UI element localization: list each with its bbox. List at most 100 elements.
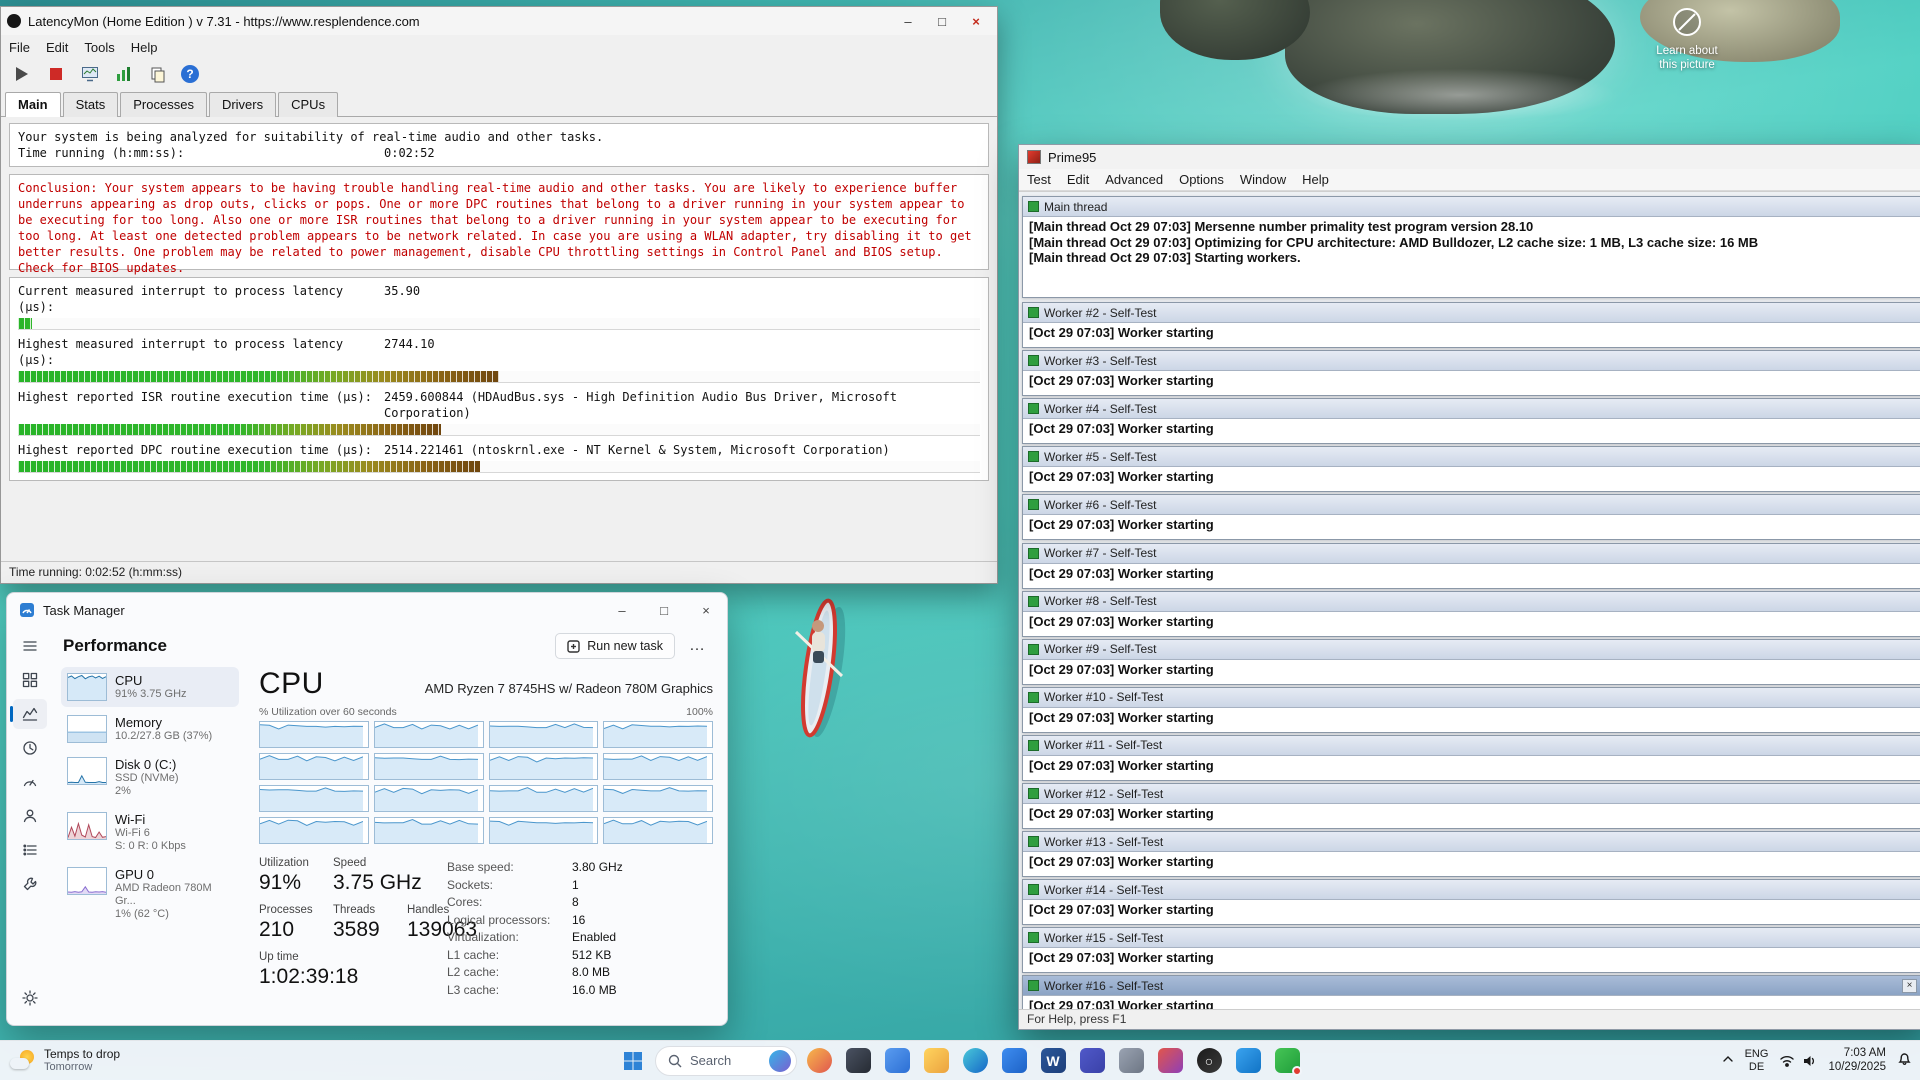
sidebar-item-app-history[interactable] <box>13 733 47 763</box>
minimize-button[interactable]: – <box>891 7 925 35</box>
menu-item-tools[interactable]: Tools <box>76 38 122 57</box>
tab-cpus[interactable]: CPUs <box>278 92 338 117</box>
perf-list-item-wifi[interactable]: Wi-FiWi-Fi 6S: 0 R: 0 Kbps <box>61 806 239 859</box>
mdi-window-worker[interactable]: Worker #9 - Self-Test[Oct 29 07:03] Work… <box>1022 639 1920 685</box>
more-options-button[interactable]: … <box>681 635 713 657</box>
mdi-title: Worker #14 - Self-Test <box>1044 883 1163 897</box>
mdi-window-worker[interactable]: Worker #13 - Self-Test[Oct 29 07:03] Wor… <box>1022 831 1920 877</box>
mdi-window-worker[interactable]: Worker #11 - Self-Test[Oct 29 07:03] Wor… <box>1022 735 1920 781</box>
tab-processes[interactable]: Processes <box>120 92 207 117</box>
tab-main[interactable]: Main <box>5 92 61 117</box>
menu-item-edit[interactable]: Edit <box>1059 170 1097 189</box>
taskbar-center: Search W ○ <box>616 1044 1304 1078</box>
store-app-icon[interactable] <box>997 1044 1031 1078</box>
perf-item-sub: SSD (NVMe) <box>115 772 179 785</box>
perf-list-item-memory[interactable]: Memory10.2/27.8 GB (37%) <box>61 709 239 749</box>
minimize-button[interactable]: – <box>601 593 643 627</box>
mdi-window-worker[interactable]: Worker #12 - Self-Test[Oct 29 07:03] Wor… <box>1022 783 1920 829</box>
hidden-icons-chevron[interactable] <box>1722 1052 1734 1070</box>
mdi-window-worker[interactable]: Worker #5 - Self-Test[Oct 29 07:03] Work… <box>1022 446 1920 492</box>
help-icon[interactable]: ? <box>181 65 199 83</box>
green-app-icon[interactable] <box>1270 1044 1304 1078</box>
stop-monitor-icon[interactable] <box>45 63 67 85</box>
media-app-icon[interactable] <box>1153 1044 1187 1078</box>
mdi-window-worker[interactable]: Worker #16 - Self-Test×[Oct 29 07:03] Wo… <box>1022 975 1920 1009</box>
mdi-window-worker[interactable]: Worker #6 - Self-Test[Oct 29 07:03] Work… <box>1022 494 1920 540</box>
dark-app-icon[interactable] <box>841 1044 875 1078</box>
system-tray: ENG DE 7:03 AM 10/29/2025 <box>1722 1047 1912 1074</box>
sidebar-item-processes[interactable] <box>13 665 47 695</box>
notification-bell-icon[interactable] <box>1897 1051 1912 1071</box>
start-button[interactable] <box>616 1044 650 1078</box>
teams-app-icon[interactable] <box>1075 1044 1109 1078</box>
search-box[interactable]: Search <box>655 1046 797 1076</box>
monitor-screen-icon[interactable] <box>79 63 101 85</box>
sidebar-item-services[interactable] <box>13 869 47 899</box>
sidebar-item-startup-apps[interactable] <box>13 767 47 797</box>
cpu-detail-row: Base speed:3.80 GHz <box>447 859 713 877</box>
menu-item-help[interactable]: Help <box>1294 170 1337 189</box>
language-indicator[interactable]: ENG DE <box>1745 1048 1769 1073</box>
tab-drivers[interactable]: Drivers <box>209 92 276 117</box>
mdi-window-worker[interactable]: Worker #10 - Self-Test[Oct 29 07:03] Wor… <box>1022 687 1920 733</box>
mdi-window-worker[interactable]: Worker #8 - Self-Test[Oct 29 07:03] Work… <box>1022 591 1920 637</box>
blue-app-icon[interactable] <box>880 1044 914 1078</box>
settings-gear-icon[interactable] <box>13 983 47 1013</box>
close-button[interactable]: × <box>685 593 727 627</box>
prime95-titlebar[interactable]: Prime95 <box>1019 145 1920 169</box>
file-explorer-icon[interactable] <box>919 1044 953 1078</box>
chatgpt-icon[interactable]: ○ <box>1192 1044 1226 1078</box>
widgets-icon[interactable] <box>802 1044 836 1078</box>
menu-item-window[interactable]: Window <box>1232 170 1294 189</box>
cpu-detail-label: Cores: <box>447 894 572 912</box>
gray-app-icon[interactable] <box>1114 1044 1148 1078</box>
copy-report-icon[interactable] <box>147 63 169 85</box>
perf-list-item-disk[interactable]: Disk 0 (C:)SSD (NVMe)2% <box>61 751 239 804</box>
latencymon-titlebar[interactable]: LatencyMon (Home Edition ) v 7.31 - http… <box>1 7 997 35</box>
perf-list-item-gpu[interactable]: GPU 0AMD Radeon 780M Gr...1% (62 °C) <box>61 861 239 927</box>
mdi-window-worker[interactable]: Worker #3 - Self-Test[Oct 29 07:03] Work… <box>1022 350 1920 396</box>
stats-chart-icon[interactable] <box>113 63 135 85</box>
mdi-window-worker[interactable]: Worker #4 - Self-Test[Oct 29 07:03] Work… <box>1022 398 1920 444</box>
cpu-core-graph <box>489 785 599 812</box>
menu-item-advanced[interactable]: Advanced <box>1097 170 1171 189</box>
code-app-icon[interactable] <box>1231 1044 1265 1078</box>
learn-about-picture[interactable]: Learn about this picture <box>1612 6 1762 72</box>
close-button[interactable]: × <box>959 7 993 35</box>
clock[interactable]: 7:03 AM 10/29/2025 <box>1828 1047 1886 1074</box>
task-manager-titlebar[interactable]: Task Manager – □ × <box>7 593 727 627</box>
word-icon[interactable]: W <box>1036 1044 1070 1078</box>
mdi-close-icon[interactable]: × <box>1902 979 1917 993</box>
tray-status-icons[interactable] <box>1779 1054 1817 1068</box>
navigation-menu-icon[interactable] <box>13 631 47 661</box>
prime95-worker-icon <box>1028 596 1039 607</box>
cpu-core-graph <box>603 817 713 844</box>
search-highlights-icon[interactable] <box>769 1050 791 1072</box>
learn-about-picture-icon[interactable] <box>1671 6 1703 38</box>
menu-item-file[interactable]: File <box>1 38 38 57</box>
menu-item-edit[interactable]: Edit <box>38 38 76 57</box>
perf-thumbnail-wifi <box>67 812 107 840</box>
maximize-button[interactable]: □ <box>925 7 959 35</box>
edge-browser-icon[interactable] <box>958 1044 992 1078</box>
menu-item-options[interactable]: Options <box>1171 170 1232 189</box>
prime95-worker-icon <box>1028 980 1039 991</box>
mdi-window-worker[interactable]: Worker #2 - Self-Test[Oct 29 07:03] Work… <box>1022 302 1920 348</box>
latency-bar-fill <box>18 371 499 382</box>
sidebar-item-performance[interactable] <box>13 699 47 729</box>
weather-widget[interactable]: Temps to drop Tomorrow <box>10 1047 120 1074</box>
menu-item-test[interactable]: Test <box>1019 170 1059 189</box>
run-new-task-button[interactable]: Run new task <box>555 633 675 659</box>
tab-stats[interactable]: Stats <box>63 92 119 117</box>
sidebar-item-details[interactable] <box>13 835 47 865</box>
mdi-window-main-thread[interactable]: Main thread[Main thread Oct 29 07:03] Me… <box>1022 196 1920 298</box>
mdi-window-worker[interactable]: Worker #15 - Self-Test[Oct 29 07:03] Wor… <box>1022 927 1920 973</box>
mdi-window-worker[interactable]: Worker #14 - Self-Test[Oct 29 07:03] Wor… <box>1022 879 1920 925</box>
sidebar-item-users[interactable] <box>13 801 47 831</box>
mdi-window-worker[interactable]: Worker #7 - Self-Test[Oct 29 07:03] Work… <box>1022 543 1920 589</box>
menu-item-help[interactable]: Help <box>123 38 166 57</box>
latency-bar-track <box>18 371 980 383</box>
maximize-button[interactable]: □ <box>643 593 685 627</box>
start-monitor-icon[interactable] <box>11 63 33 85</box>
perf-list-item-cpu[interactable]: CPU91% 3.75 GHz <box>61 667 239 707</box>
